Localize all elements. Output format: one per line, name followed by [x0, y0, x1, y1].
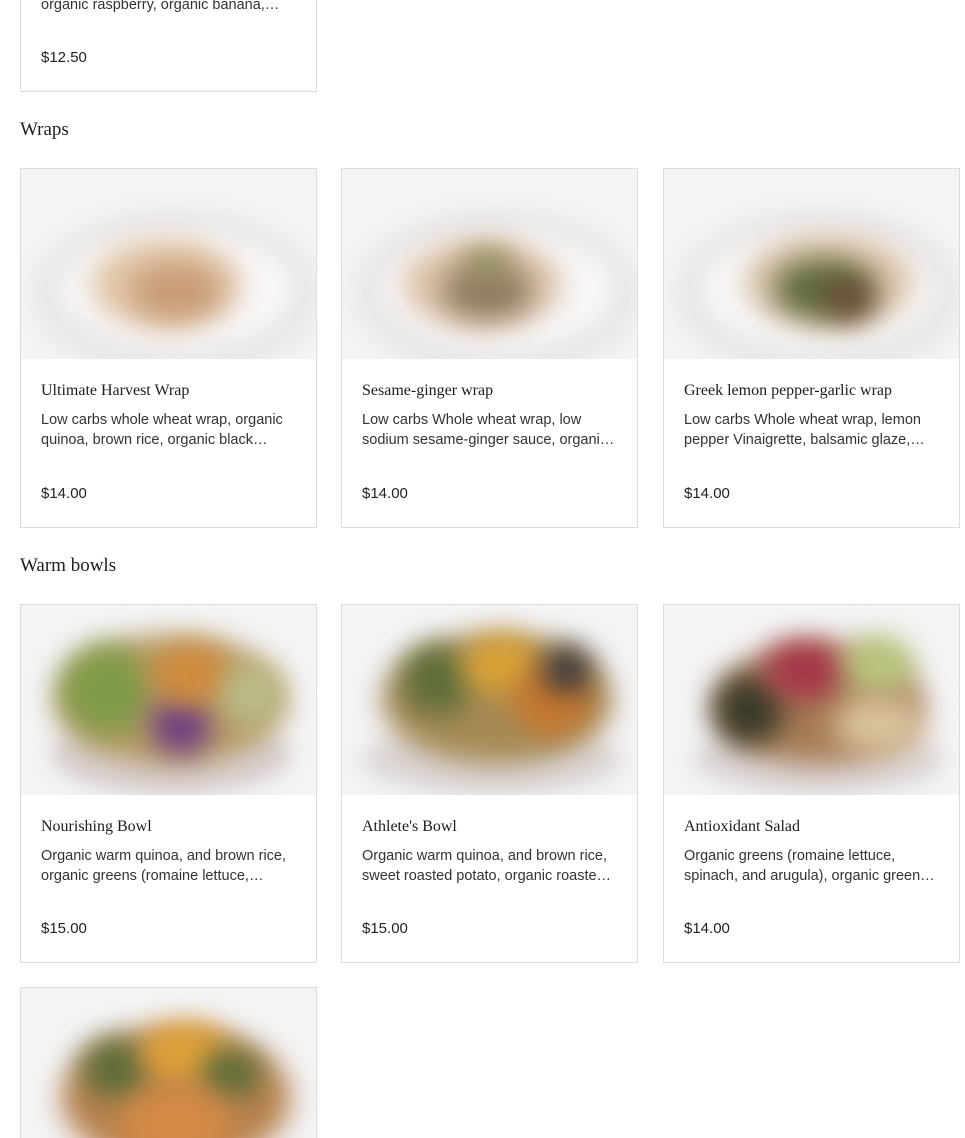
wrap-photo	[21, 169, 316, 359]
menu-item-description: Low carbs Whole wheat wrap, lemon pepper…	[684, 412, 925, 448]
bowl-photo	[342, 605, 637, 795]
menu-item-description: organic raspberry, organic banana,…	[41, 0, 280, 13]
menu-item-name: Greek lemon pepper-garlic wrap	[684, 382, 893, 399]
menu-item-name: Ultimate Harvest Wrap	[41, 382, 190, 399]
wrap-photo	[664, 169, 959, 359]
menu-item-card[interactable]: Ultimate Harvest Wrap Low carbs whole wh…	[20, 168, 317, 528]
menu-item-price: $14.00	[362, 485, 408, 502]
bowl-photo	[664, 605, 959, 795]
menu-item-price: $14.00	[41, 485, 87, 502]
menu-item-price: $14.00	[684, 920, 730, 937]
menu-item-price: $15.00	[41, 920, 87, 937]
menu-item-price: $14.00	[684, 485, 730, 502]
menu-item-card[interactable]	[20, 987, 317, 1138]
menu-item-card[interactable]: Sesame-ginger wrap Low carbs Whole wheat…	[341, 168, 638, 528]
bowl-photo	[21, 988, 316, 1138]
menu-item-card[interactable]: Nourishing Bowl Organic warm quinoa, and…	[20, 604, 317, 963]
wrap-photo	[342, 169, 637, 359]
menu-item-price: $15.00	[362, 920, 408, 937]
bowl-photo	[21, 605, 316, 795]
menu-item-name: Sesame-ginger wrap	[362, 382, 494, 399]
menu-item-card[interactable]: Antioxidant Salad Organic greens (romain…	[663, 604, 960, 963]
menu-item-card[interactable]: organic raspberry, organic banana,… $12.…	[20, 0, 317, 92]
menu-item-description: Organic warm quinoa, and brown rice, org…	[41, 848, 287, 884]
menu-item-description: Organic greens (romaine lettuce, spinach…	[684, 848, 935, 884]
menu-item-card[interactable]: Athlete's Bowl Organic warm quinoa, and …	[341, 604, 638, 963]
menu-item-card[interactable]: Greek lemon pepper-garlic wrap Low carbs…	[663, 168, 960, 528]
menu-item-name: Antioxidant Salad	[684, 818, 800, 835]
menu-item-name: Athlete's Bowl	[362, 818, 457, 835]
menu-item-price: $12.50	[41, 49, 87, 66]
menu-item-description: Low carbs Whole wheat wrap, low sodium s…	[362, 412, 615, 448]
menu-item-description: Organic warm quinoa, and brown rice, swe…	[362, 848, 612, 884]
menu-item-description: Low carbs whole wheat wrap, organic quin…	[41, 412, 283, 448]
section-title-warm-bowls: Warm bowls	[20, 555, 117, 576]
menu-item-name: Nourishing Bowl	[41, 818, 152, 835]
section-title-wraps: Wraps	[20, 119, 69, 140]
